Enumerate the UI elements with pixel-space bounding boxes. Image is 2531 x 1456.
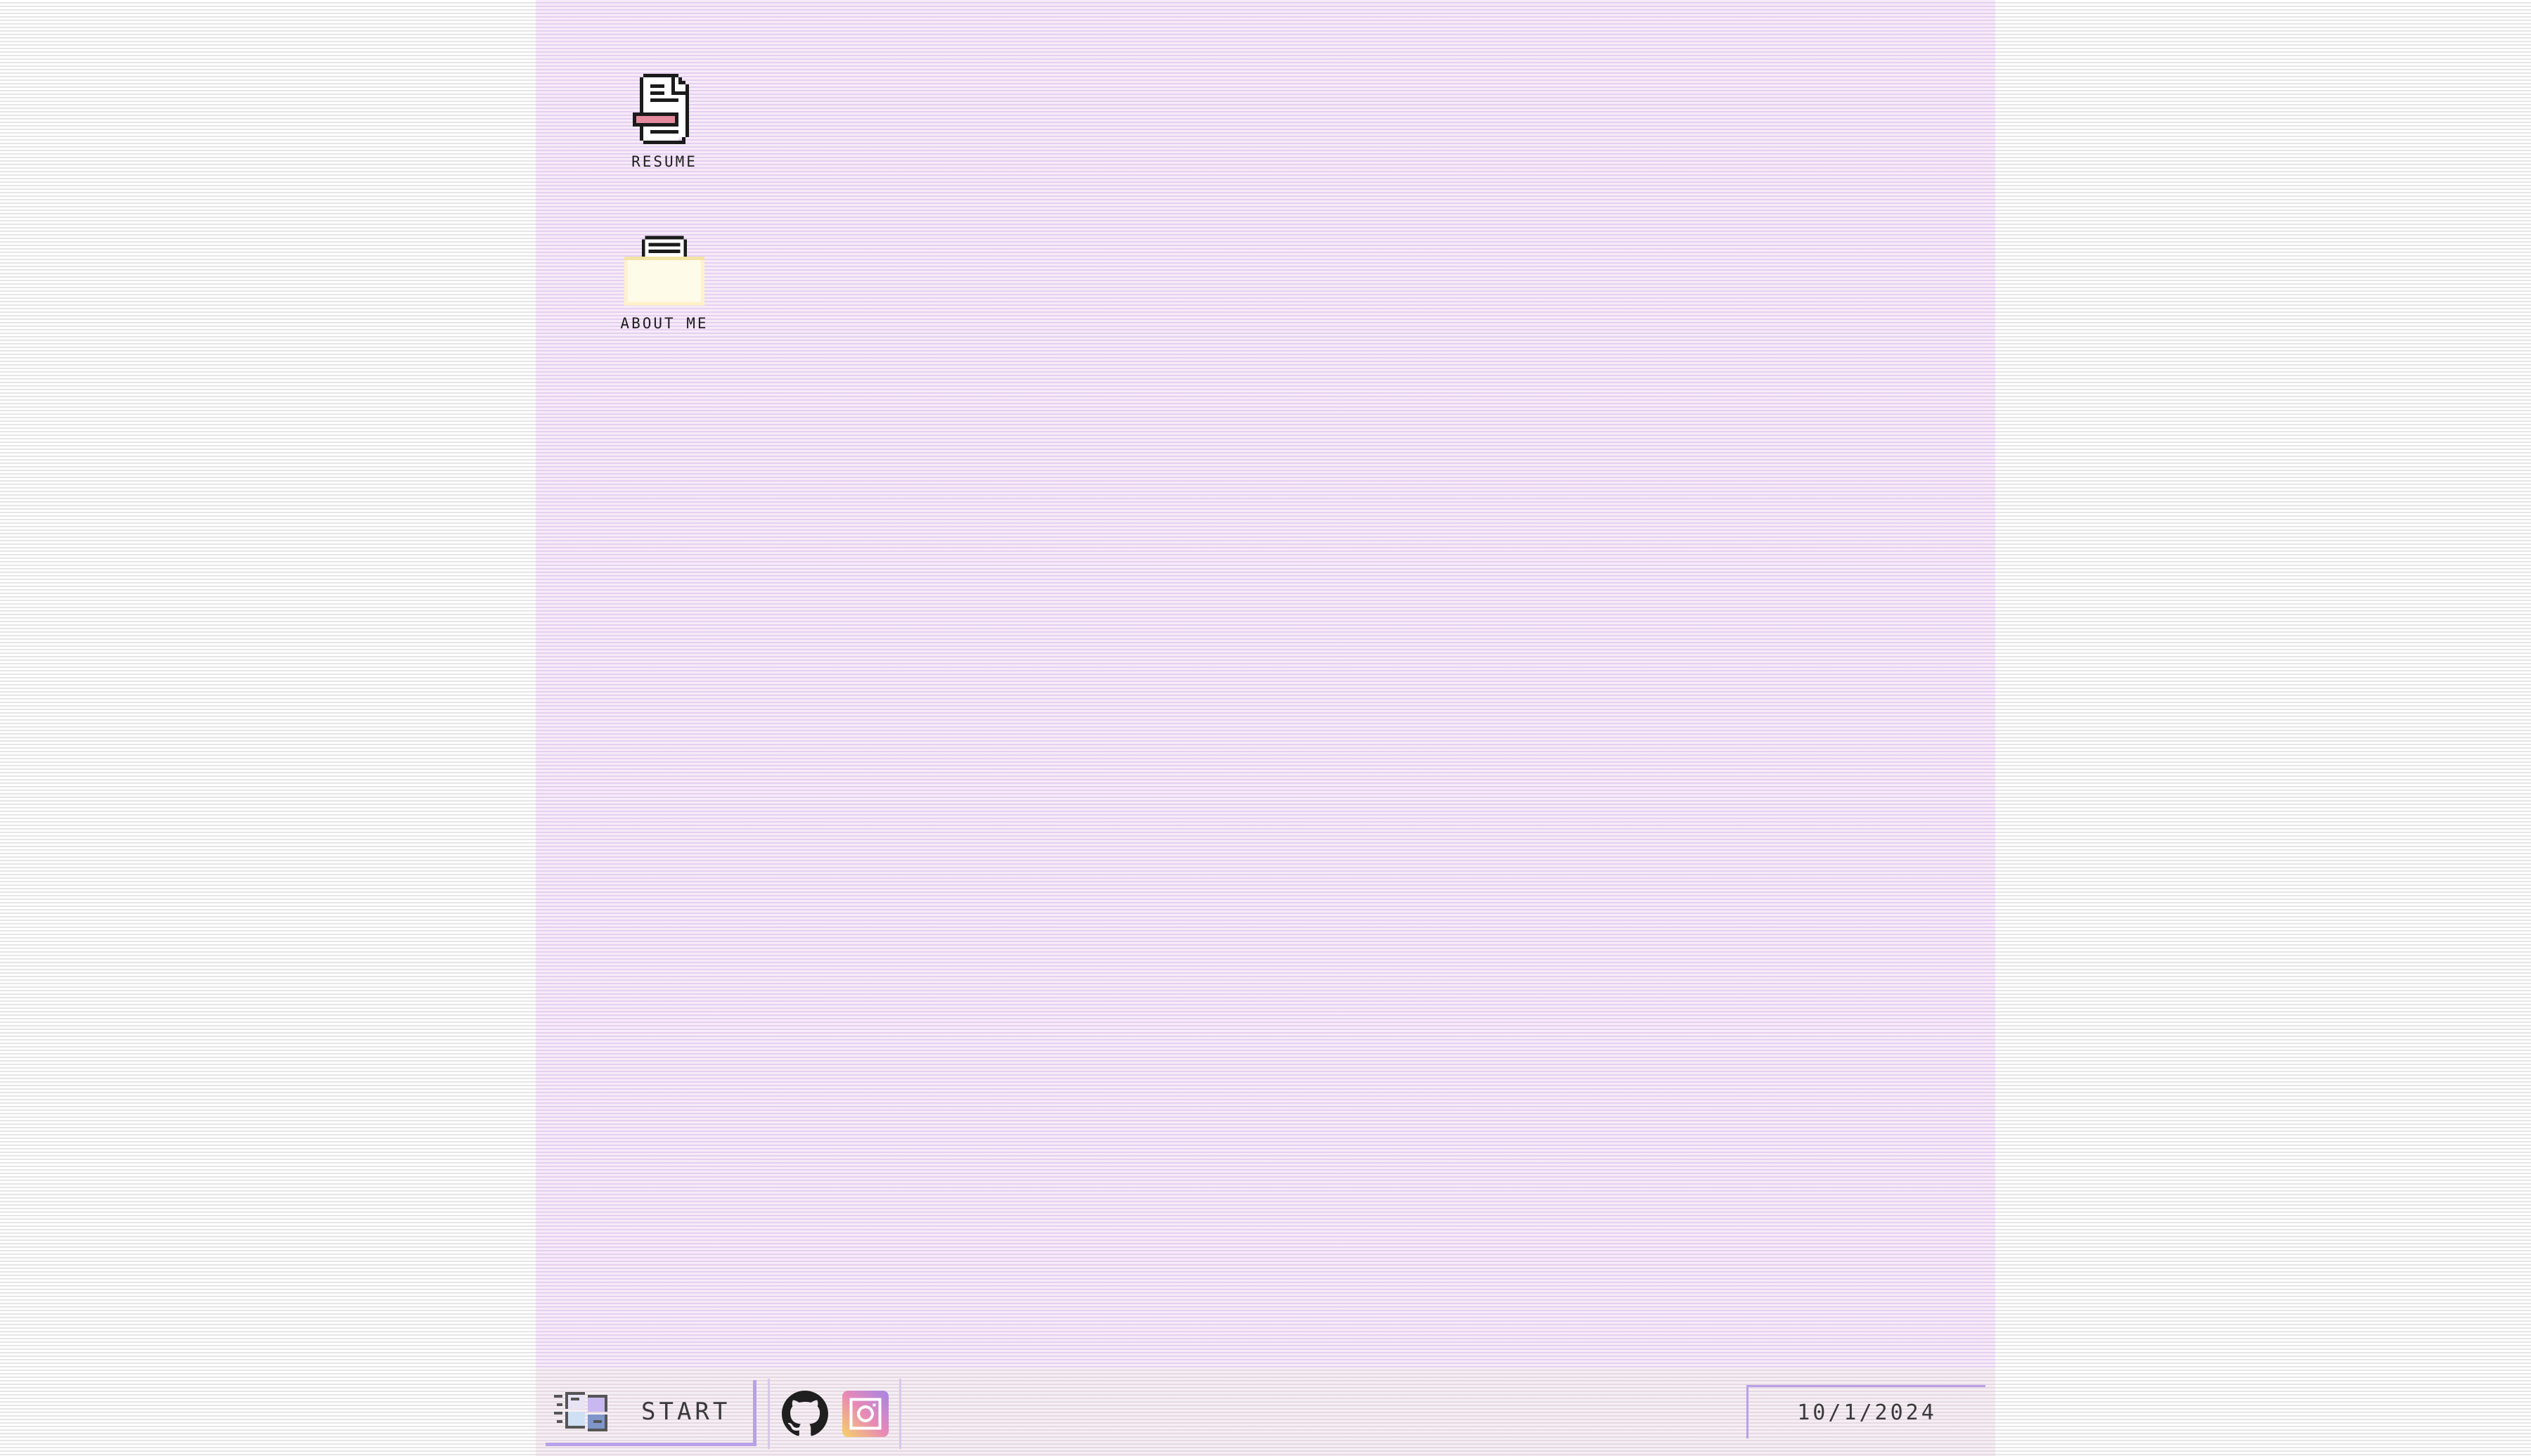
github-icon (782, 1391, 828, 1436)
start-label: START (641, 1397, 731, 1426)
desktop-icon-resume[interactable]: RESUME (591, 70, 738, 170)
start-button[interactable]: START (546, 1380, 756, 1446)
desktop-icon-about-me[interactable]: ABOUT ME (591, 232, 738, 332)
desktop-icon-label: ABOUT ME (620, 315, 709, 332)
desktop (536, 0, 1995, 1367)
about-me-folder-icon (624, 236, 705, 306)
quick-launch (768, 1379, 901, 1449)
desktop-icon-label: RESUME (631, 153, 697, 170)
github-link[interactable] (781, 1390, 829, 1438)
instagram-link[interactable] (842, 1390, 889, 1438)
taskbar-clock: 10/1/2024 (1746, 1385, 1985, 1438)
windows-logo-icon (554, 1391, 607, 1431)
instagram-icon (842, 1391, 889, 1437)
taskbar: START 10/1/2024 (536, 1367, 1995, 1456)
resume-document-icon (633, 74, 689, 144)
